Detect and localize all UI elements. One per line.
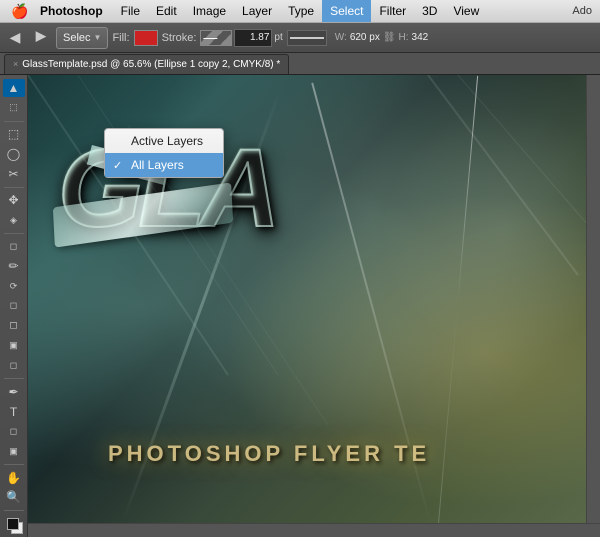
app-name: Photoshop <box>40 4 113 18</box>
stroke-style-swatch[interactable] <box>200 30 232 46</box>
dropdown-label-all-layers: All Layers <box>131 158 184 172</box>
stroke-container: pt <box>200 29 282 47</box>
tool-move[interactable]: ▲ <box>3 79 25 97</box>
toolbar-arrow-left[interactable]: ◀ <box>4 27 26 49</box>
canvas-area: GLA PHOTOSHOP FLYER TE Active Layers <box>28 75 600 537</box>
tool-divider-3 <box>4 233 24 234</box>
tool-divider-6 <box>4 510 24 511</box>
tool-marquee[interactable]: ⬚ <box>3 125 25 143</box>
tool-artboard[interactable]: ⬚ <box>3 99 25 117</box>
light-beam-3 <box>437 76 478 536</box>
line-preview <box>290 37 324 39</box>
tool-foreground-bg[interactable] <box>3 515 25 533</box>
tool-zoom[interactable]: 🔍 <box>3 489 25 507</box>
toolbar: ◀ ◀ Selec Fill: Stroke: pt W: 620 px ⛓ H… <box>0 23 600 53</box>
subtitle-text: PHOTOSHOP FLYER TE <box>108 441 430 467</box>
tool-hand[interactable]: ✋ <box>3 469 25 487</box>
layer-select-dropdown[interactable]: Active Layers ✓ All Layers <box>104 128 224 178</box>
menubar-right-text: Ado <box>572 5 600 17</box>
h-value: 342 <box>412 32 429 43</box>
fill-color-swatch[interactable] <box>134 30 158 46</box>
menu-view[interactable]: View <box>445 0 487 22</box>
document-tab[interactable]: × GlassTemplate.psd @ 65.6% (Ellipse 1 c… <box>4 54 289 74</box>
tool-divider-5 <box>4 464 24 465</box>
width-height-fields: W: 620 px ⛓ H: 342 <box>335 32 428 43</box>
tool-divider-4 <box>4 378 24 379</box>
toolbar-arrow-right[interactable]: ◀ <box>30 27 52 49</box>
tool-shape[interactable]: ▣ <box>3 442 25 460</box>
tool-eraser[interactable]: ◻ <box>3 317 25 335</box>
tool-gradient[interactable]: ▣ <box>3 337 25 355</box>
checkmark-all-layers: ✓ <box>113 159 125 172</box>
menu-file[interactable]: File <box>113 0 148 22</box>
tool-clone[interactable]: ⟳ <box>3 277 25 295</box>
menu-edit[interactable]: Edit <box>148 0 185 22</box>
tool-divider-2 <box>4 187 24 188</box>
tool-pen[interactable]: ✒ <box>3 383 25 401</box>
select-subject-button[interactable]: Selec <box>56 27 108 49</box>
tool-brush[interactable]: ✏ <box>3 258 25 276</box>
glow-circle <box>380 105 600 355</box>
menu-3d[interactable]: 3D <box>414 0 445 22</box>
horizontal-scrollbar[interactable] <box>28 523 600 537</box>
apple-menu[interactable]: 🍎 <box>0 3 40 20</box>
w-value: 620 px <box>350 32 380 43</box>
dropdown-item-active-layers[interactable]: Active Layers <box>105 129 223 153</box>
menubar: 🍎 Photoshop File Edit Image Layer Type S… <box>0 0 600 23</box>
tool-lasso[interactable]: ◯ <box>3 145 25 163</box>
tool-divider-1 <box>4 121 24 122</box>
tool-blur[interactable]: ◻ <box>3 356 25 374</box>
tool-history[interactable]: ◻ <box>3 297 25 315</box>
main-layout: ▲ ⬚ ⬚ ◯ ✂ ✥ ◈ ◻ ✏ ⟳ ◻ ◻ ▣ ◻ ✒ T ◻ ▣ ✋ 🔍 <box>0 75 600 537</box>
tabbar: × GlassTemplate.psd @ 65.6% (Ellipse 1 c… <box>0 53 600 75</box>
link-icon[interactable]: ⛓ <box>383 32 396 43</box>
menu-image[interactable]: Image <box>185 0 234 22</box>
menu-select[interactable]: Select <box>322 0 371 22</box>
tool-type[interactable]: T <box>3 403 25 421</box>
stroke-label: Stroke: <box>162 32 197 44</box>
fill-label: Fill: <box>112 32 129 44</box>
tool-quick-select[interactable]: ✂ <box>3 165 25 183</box>
toolbox: ▲ ⬚ ⬚ ◯ ✂ ✥ ◈ ◻ ✏ ⟳ ◻ ◻ ▣ ◻ ✒ T ◻ ▣ ✋ 🔍 <box>0 75 28 537</box>
select-label: Selec <box>63 32 91 44</box>
tool-crop[interactable]: ✥ <box>3 191 25 209</box>
tool-heal[interactable]: ◻ <box>3 238 25 256</box>
dropdown-label-active-layers: Active Layers <box>131 134 203 148</box>
vertical-scrollbar[interactable] <box>586 75 600 537</box>
stroke-unit: pt <box>274 32 282 43</box>
menu-filter[interactable]: Filter <box>371 0 414 22</box>
tool-eyedropper[interactable]: ◈ <box>3 211 25 229</box>
tab-close[interactable]: × <box>13 59 18 69</box>
apple-icon: 🍎 <box>11 3 28 20</box>
stroke-width-input[interactable] <box>234 29 272 47</box>
tab-title: GlassTemplate.psd @ 65.6% (Ellipse 1 cop… <box>22 59 280 70</box>
chrome-ribbon <box>53 182 233 247</box>
line-style-picker[interactable] <box>287 30 327 46</box>
dropdown-item-all-layers[interactable]: ✓ All Layers <box>105 153 223 177</box>
w-label: W: <box>335 32 347 43</box>
menu-layer[interactable]: Layer <box>234 0 280 22</box>
h-label: H: <box>399 32 409 43</box>
menu-type[interactable]: Type <box>280 0 322 22</box>
light-beam-2 <box>311 83 433 530</box>
tool-path-select[interactable]: ◻ <box>3 423 25 441</box>
